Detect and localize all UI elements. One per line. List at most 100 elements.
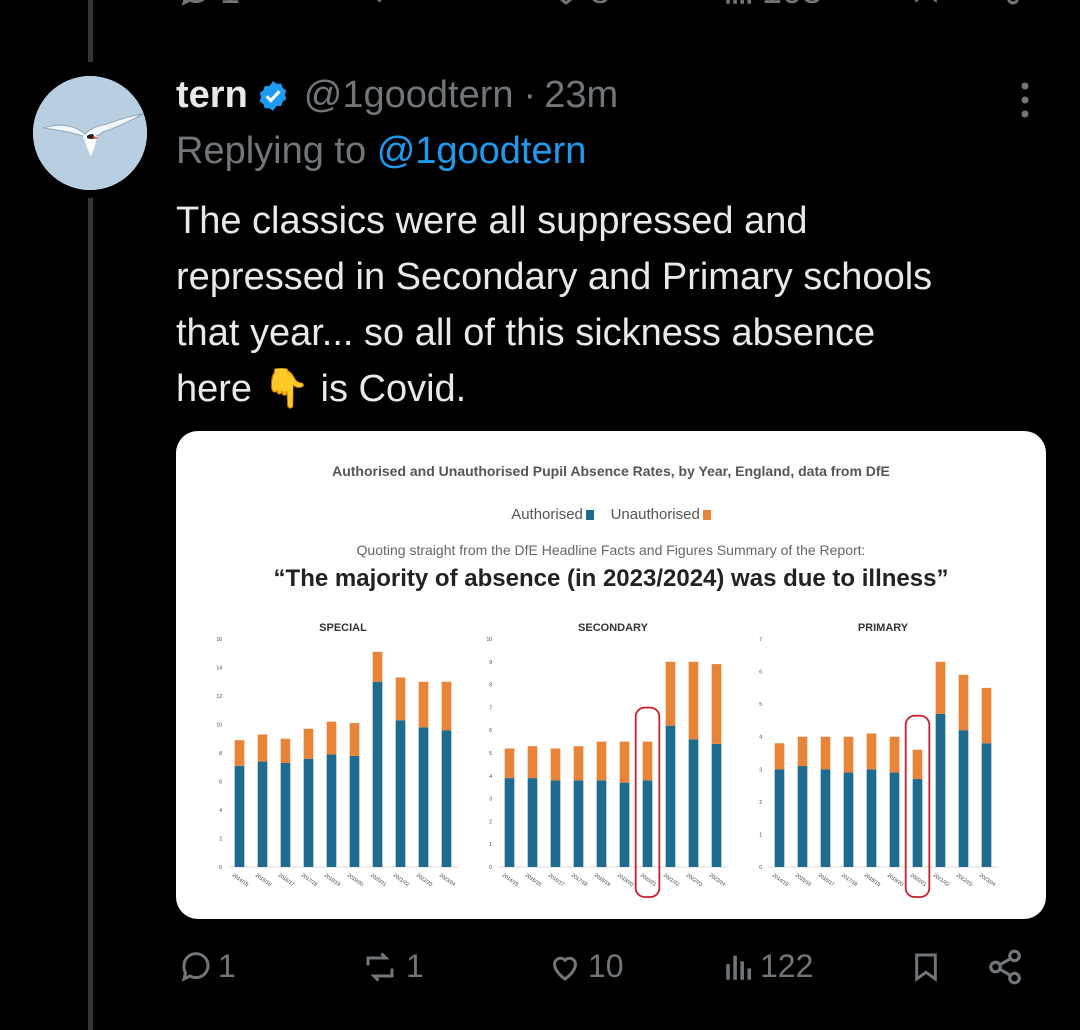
avatar[interactable] — [33, 76, 147, 190]
bar-authorised — [889, 772, 900, 867]
bar-authorised — [981, 743, 992, 867]
verified-badge-icon — [259, 80, 287, 111]
timestamp[interactable]: 23m — [544, 74, 618, 117]
tweet-text-line: The classics were all suppressed and — [176, 200, 808, 242]
bar-authorised — [619, 782, 630, 867]
x-tick-label: 2023/24 — [978, 873, 996, 888]
x-tick-label: 2019/20 — [616, 873, 634, 888]
x-tick-label: 2018/19 — [323, 873, 341, 888]
y-tick-label: 8 — [489, 683, 492, 689]
y-tick-label: 6 — [489, 728, 492, 734]
repost-button[interactable]: 1 — [358, 948, 424, 985]
previous-share-button[interactable] — [986, 0, 1022, 6]
author-handle[interactable]: @1goodtern — [304, 74, 514, 117]
author-name[interactable]: tern — [176, 74, 248, 117]
x-tick-label: 2023/24 — [708, 873, 726, 888]
share-icon — [1007, 0, 1019, 5]
y-tick-label: 4 — [759, 735, 762, 741]
previous-repost-button[interactable] — [362, 0, 402, 6]
bar-authorised — [326, 754, 337, 867]
tweet-text-line: here 👇 is Covid. — [176, 361, 1056, 417]
quote-intro: Quoting straight from the DfE Headline F… — [356, 542, 866, 558]
image-title: Authorised and Unauthorised Pupil Absenc… — [332, 463, 890, 479]
x-tick-label: 2018/19 — [863, 873, 881, 888]
bar-authorised — [280, 762, 291, 867]
bar-unauthorised — [843, 736, 854, 773]
bar-authorised — [935, 713, 946, 867]
x-tick-label: 2018/19 — [593, 873, 611, 888]
bar-authorised — [349, 755, 360, 867]
bar-unauthorised — [573, 746, 584, 781]
bar-unauthorised — [688, 661, 699, 740]
legend-authorised-label: Authorised — [511, 506, 583, 523]
legend-authorised-swatch — [585, 510, 594, 520]
previous-views-button[interactable]: 103 — [722, 0, 822, 12]
bar-unauthorised — [596, 741, 607, 781]
reply-button[interactable]: 1 — [178, 948, 236, 985]
repost-icon — [376, 0, 382, 3]
x-tick-label: 2022/23 — [685, 873, 703, 888]
y-tick-label: 7 — [759, 637, 762, 643]
pointing-down-emoji: 👇 — [262, 368, 310, 410]
previous-reply-button[interactable]: 1 — [178, 0, 240, 12]
bar-unauthorised — [395, 677, 406, 721]
tweet-text-line: that year... so all of this sickness abs… — [176, 312, 876, 354]
bar-unauthorised — [441, 681, 452, 731]
bar-authorised — [527, 778, 538, 867]
bar-unauthorised — [889, 736, 900, 773]
bar-authorised — [688, 739, 699, 867]
bar-unauthorised — [527, 746, 538, 779]
bar-authorised — [395, 720, 406, 867]
bar-unauthorised — [280, 738, 291, 763]
quote-text: “The majority of absence (in 2023/2024) … — [273, 565, 949, 592]
x-tick-label: 2021/22 — [392, 873, 410, 888]
bar-authorised — [843, 772, 854, 867]
bar-unauthorised — [257, 734, 268, 762]
bar-unauthorised — [234, 740, 245, 766]
x-tick-label: 2016/17 — [277, 873, 295, 888]
bar-unauthorised — [418, 681, 429, 728]
tweet-text-word: is Covid. — [320, 368, 467, 410]
previous-like-button[interactable]: 8 — [548, 0, 610, 12]
y-tick-label: 5 — [759, 702, 762, 708]
bookmark-icon — [915, 953, 937, 982]
bar-authorised — [550, 780, 561, 867]
chart-title: SPECIAL — [319, 622, 367, 634]
x-tick-label: 2020/21 — [369, 873, 387, 888]
views-button[interactable]: 122 — [722, 948, 813, 985]
y-tick-label: 4 — [219, 808, 222, 814]
x-tick-label: 2015/16 — [794, 873, 812, 888]
bar-authorised — [797, 766, 808, 867]
bar-unauthorised — [820, 736, 831, 770]
tweet-actions: 1 1 10 122 — [0, 948, 1080, 998]
bar-authorised — [866, 769, 877, 867]
bar-authorised — [573, 780, 584, 867]
previous-bookmark-button[interactable] — [910, 0, 942, 6]
share-button[interactable] — [986, 948, 1024, 986]
bar-unauthorised — [958, 674, 969, 731]
x-tick-label: 2023/24 — [438, 873, 456, 888]
repost-count: 1 — [406, 948, 424, 984]
bookmark-button[interactable] — [910, 948, 942, 986]
x-tick-label: 2021/22 — [932, 873, 950, 888]
y-tick-label: 6 — [219, 780, 222, 786]
chart-primary: PRIMARY 0 1 2 3 4 5 6 7 2014/15 2015/16 2016/17 2017… — [759, 622, 998, 898]
bar-unauthorised — [935, 661, 946, 714]
y-tick-label: 3 — [759, 767, 762, 773]
bar-unauthorised — [774, 743, 785, 770]
chart-title: PRIMARY — [858, 622, 909, 634]
x-tick-label: 2015/16 — [254, 873, 272, 888]
y-tick-label: 10 — [486, 637, 492, 643]
bar-unauthorised — [372, 651, 383, 682]
thread-line-bottom — [88, 198, 93, 1030]
y-tick-label: 16 — [216, 637, 222, 643]
bar-authorised — [912, 779, 923, 867]
y-tick-label: 1 — [489, 842, 492, 848]
more-options-button[interactable] — [1018, 80, 1032, 125]
attached-image[interactable]: Authorised and Unauthorised Pupil Absenc… — [176, 431, 1046, 919]
replying-handle-link[interactable]: @1goodtern — [377, 130, 587, 172]
previous-views-count: 103 — [762, 0, 822, 12]
x-tick-label: 2016/17 — [547, 873, 565, 888]
y-tick-label: 0 — [759, 865, 762, 871]
like-button[interactable]: 10 — [546, 948, 624, 985]
